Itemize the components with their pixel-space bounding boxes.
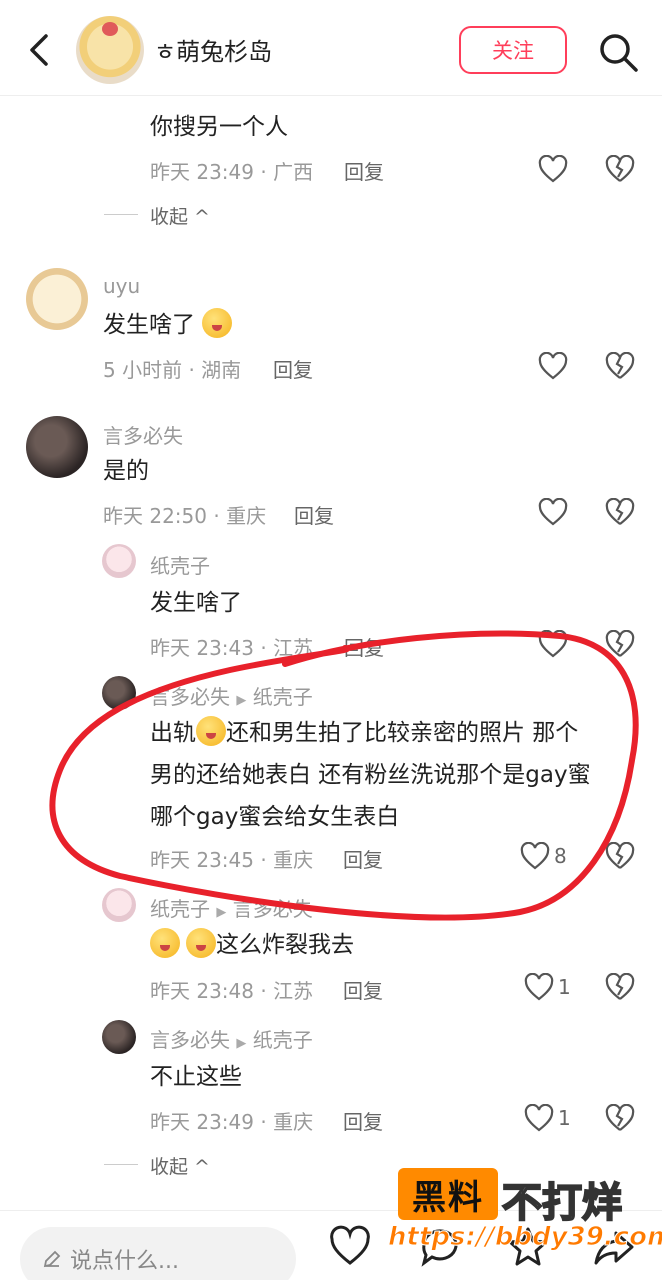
comment-text: 不止这些 — [150, 1064, 242, 1090]
collapse-button[interactable]: 收起 ^ — [150, 1152, 210, 1179]
comment-text: 你搜另一个人 — [150, 114, 288, 140]
comment-meta: 昨天 23:49 · 广西 — [150, 160, 314, 184]
comment-line: 男的还给她表白 还有粉丝洗说那个是gay蜜 — [150, 762, 591, 788]
like-icon[interactable] — [538, 498, 568, 526]
like-icon[interactable] — [538, 630, 568, 658]
like-icon[interactable] — [524, 1104, 554, 1132]
reply-button[interactable]: 回复 — [294, 500, 334, 529]
like-count: 1 — [558, 1106, 571, 1130]
username[interactable]: 言多必失 — [103, 420, 183, 449]
user-avatar[interactable] — [102, 888, 136, 922]
collapse-label: 收起 — [150, 206, 189, 228]
emoji-icon — [202, 308, 233, 338]
top-bar: ㅎ萌兔杉岛 关注 — [0, 0, 662, 96]
dislike-icon[interactable] — [605, 630, 635, 658]
emoji-icon — [186, 928, 216, 958]
comment-text: 发生啥了 — [103, 304, 233, 346]
comment-input[interactable]: 说点什么... — [20, 1227, 296, 1280]
comment-text: 发生啥了 — [150, 590, 242, 616]
username[interactable]: uyu — [103, 274, 140, 298]
username[interactable]: 言多必失 ▶ 纸壳子 — [150, 1024, 313, 1053]
comment-text: 这么炸裂我去 — [150, 924, 354, 966]
username-label: 言多必失 — [150, 1028, 230, 1052]
author-name[interactable]: ㅎ萌兔杉岛 — [154, 32, 272, 67]
user-avatar[interactable] — [102, 676, 136, 710]
reply-arrow-icon: ▶ — [236, 1036, 247, 1051]
comment-input-placeholder: 说点什么... — [70, 1249, 179, 1274]
comment-meta: 昨天 23:48 · 江苏 — [150, 979, 314, 1003]
author-avatar[interactable] — [76, 16, 144, 84]
comment-line-rest: 还和男生拍了比较亲密的照片 那个 — [226, 720, 579, 746]
reply-button[interactable]: 回复 — [343, 1106, 383, 1135]
reply-to-name: 纸壳子 — [252, 685, 313, 709]
comment-text: 是的 — [103, 458, 149, 484]
divider — [104, 214, 138, 215]
dislike-icon[interactable] — [605, 352, 635, 380]
reply-arrow-icon: ▶ — [236, 693, 247, 708]
search-icon[interactable] — [596, 30, 640, 74]
comment-line: 出轨 还和男生拍了比较亲密的照片 那个 — [150, 712, 630, 754]
collapse-label: 收起 — [150, 1156, 189, 1178]
comment-text-content: 这么炸裂我去 — [216, 932, 354, 958]
watermark-url: https://bbdy39.com — [387, 1222, 662, 1253]
dislike-icon[interactable] — [605, 973, 635, 1001]
user-avatar[interactable] — [102, 544, 136, 578]
username-label: 纸壳子 — [150, 897, 210, 921]
like-count: 8 — [554, 844, 567, 868]
username-label: 言多必失 — [150, 685, 230, 709]
watermark-box: 黑料 — [398, 1168, 498, 1220]
reply-to-name: 言多必失 — [232, 897, 313, 921]
pencil-icon — [43, 1250, 61, 1268]
like-count: 1 — [558, 975, 571, 999]
dislike-icon[interactable] — [605, 842, 635, 870]
comment-meta: 昨天 22:50 · 重庆 — [103, 504, 267, 528]
emoji-icon — [150, 928, 180, 958]
dislike-icon[interactable] — [605, 155, 635, 183]
watermark: 黑料 不打烊 https://bbdy39.com — [387, 1168, 662, 1260]
dislike-icon[interactable] — [605, 1104, 635, 1132]
like-icon[interactable] — [328, 1225, 372, 1269]
like-icon[interactable] — [524, 973, 554, 1001]
reply-to-name: 纸壳子 — [252, 1028, 313, 1052]
watermark-text: 不打烊 — [501, 1179, 623, 1227]
comment-line-start: 出轨 — [150, 720, 196, 746]
reply-button[interactable]: 回复 — [343, 975, 383, 1004]
reply-button[interactable]: 回复 — [273, 354, 313, 383]
user-avatar[interactable] — [102, 1020, 136, 1054]
reply-button[interactable]: 回复 — [344, 632, 384, 661]
username[interactable]: 纸壳子 ▶ 言多必失 — [150, 893, 313, 922]
username[interactable]: 言多必失 ▶ 纸壳子 — [150, 681, 313, 710]
username[interactable]: 纸壳子 — [150, 550, 210, 579]
comment-meta: 昨天 23:45 · 重庆 — [150, 848, 314, 872]
collapse-button[interactable]: 收起 ^ — [150, 202, 210, 229]
comment-text: 出轨 还和男生拍了比较亲密的照片 那个 男的还给她表白 还有粉丝洗说那个是gay蜜… — [150, 712, 630, 838]
back-arrow-icon[interactable] — [22, 30, 58, 70]
user-avatar[interactable] — [26, 268, 88, 330]
like-icon[interactable] — [538, 352, 568, 380]
dislike-icon[interactable] — [605, 498, 635, 526]
comment-meta: 5 小时前 · 湖南 — [103, 358, 242, 382]
reply-button[interactable]: 回复 — [344, 156, 384, 185]
like-icon[interactable] — [538, 155, 568, 183]
comment-meta: 昨天 23:43 · 江苏 — [150, 636, 314, 660]
comment-line: 哪个gay蜜会给女生表白 — [150, 804, 400, 830]
comment-text-content: 发生啥了 — [103, 312, 195, 338]
comment-meta: 昨天 23:49 · 重庆 — [150, 1110, 314, 1134]
divider — [104, 1164, 138, 1165]
follow-button[interactable]: 关注 — [459, 26, 567, 74]
emoji-icon — [196, 716, 226, 746]
reply-button[interactable]: 回复 — [343, 844, 383, 873]
user-avatar[interactable] — [26, 416, 88, 478]
reply-arrow-icon: ▶ — [216, 905, 227, 920]
like-icon[interactable] — [520, 842, 550, 870]
